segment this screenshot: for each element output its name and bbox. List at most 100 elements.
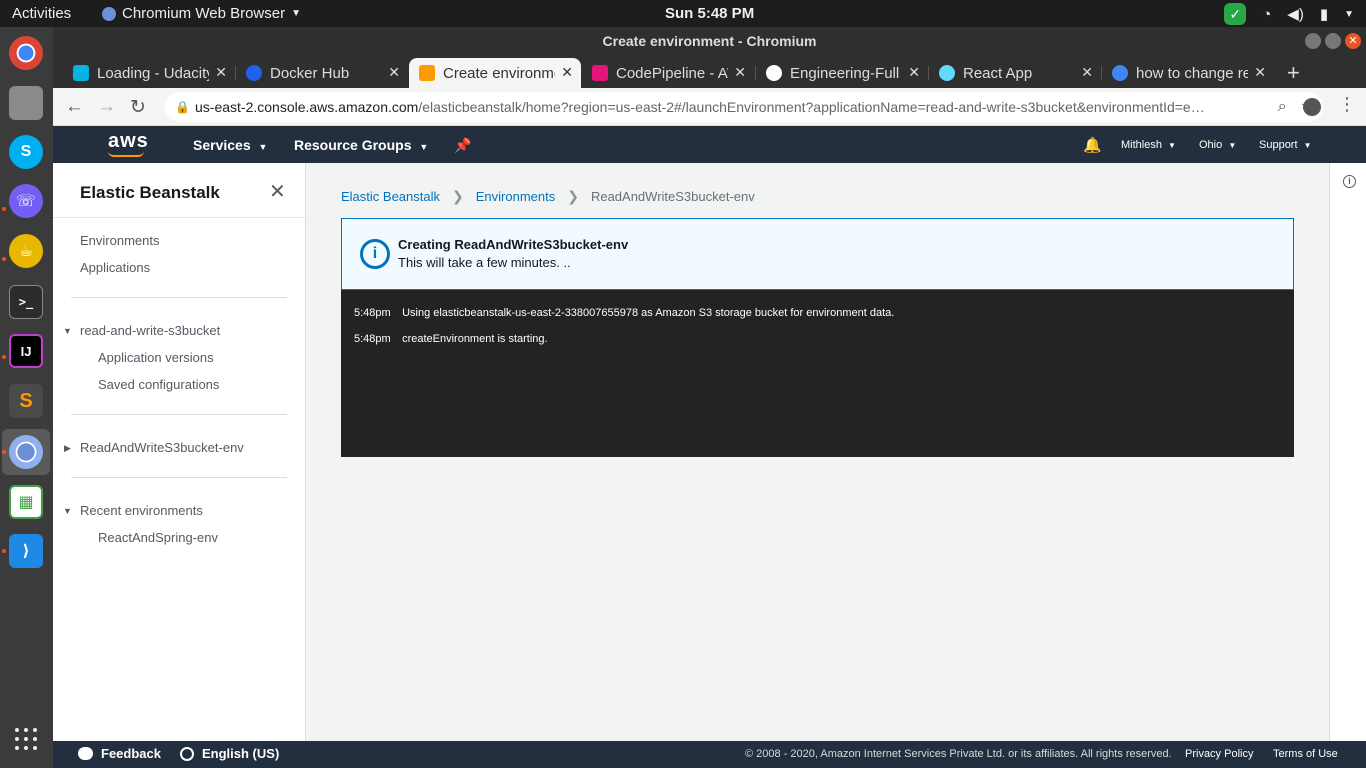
sublime-text-icon[interactable]: S [9, 384, 43, 418]
file-manager-icon[interactable] [9, 86, 43, 120]
tab[interactable]: Docker Hub ✕ [236, 58, 408, 88]
close-tab-icon[interactable]: ✕ [1254, 64, 1266, 81]
language-selector[interactable]: English (US) [180, 746, 279, 761]
sidebar-item-environments[interactable]: Environments [80, 233, 159, 248]
sidebar-item-recent-env[interactable]: ReactAndSpring-env [98, 530, 218, 545]
close-window-button[interactable]: ✕ [1345, 33, 1361, 49]
tab-title: Loading - Udacity [97, 64, 209, 82]
sidebar-item-app-versions[interactable]: Application versions [98, 350, 214, 365]
vscode-icon[interactable]: ⟩ [9, 534, 43, 568]
tab[interactable]: how to change react ✕ [1102, 58, 1274, 88]
tab-title: how to change react [1136, 64, 1248, 82]
breadcrumb-current: ReadAndWriteS3bucket-env [590, 189, 755, 204]
aws-smile-logo [108, 151, 144, 157]
tab-title: Engineering-Full [790, 64, 900, 82]
sidebar-item-recent-envs[interactable]: Recent environments [80, 503, 203, 518]
close-icon[interactable]: ✕ [269, 179, 286, 204]
zoom-icon[interactable]: ⌕ [1278, 92, 1287, 122]
pin-icon[interactable]: 📌 [454, 137, 471, 154]
close-tab-icon[interactable]: ✕ [1081, 64, 1093, 81]
caret-right-icon[interactable]: ▶ [64, 443, 71, 454]
terminal-icon[interactable]: >_ [9, 285, 43, 319]
resource-groups-menu[interactable]: Resource Groups ▼ [294, 137, 428, 153]
clock[interactable]: Sun 5:48 PM [665, 5, 754, 22]
security-shield-icon[interactable]: ✓ [1224, 3, 1247, 25]
region-menu[interactable]: Ohio ▼ [1199, 139, 1236, 151]
spreadsheet-icon[interactable]: ▦ [9, 485, 43, 519]
caret-down-icon[interactable]: ▼ [63, 326, 72, 336]
volume-icon: ◀) [1287, 6, 1304, 23]
info-icon[interactable]: i [1343, 175, 1356, 188]
show-applications-icon[interactable] [15, 728, 37, 750]
sidebar-item-applications[interactable]: Applications [80, 260, 150, 275]
more-menu-icon[interactable]: ⋮ [1338, 94, 1356, 115]
maximize-button[interactable] [1325, 33, 1341, 49]
close-tab-icon[interactable]: ✕ [734, 64, 746, 81]
sidebar-item-env[interactable]: ReadAndWriteS3bucket-env [80, 440, 244, 455]
viber-icon[interactable]: ☏ [9, 184, 43, 218]
new-tab-button[interactable]: + [1287, 60, 1300, 86]
tab-title: Create environment [443, 64, 555, 82]
aws-header: aws Services ▼ Resource Groups ▼ 📌 🔔 Mit… [53, 127, 1366, 163]
aws-logo[interactable]: aws [108, 130, 149, 153]
caret-down-icon[interactable]: ▼ [63, 506, 72, 516]
sidebar-item-saved-configs[interactable]: Saved configurations [98, 377, 219, 392]
breadcrumb-environments[interactable]: Environments [476, 189, 555, 204]
close-tab-icon[interactable]: ✕ [561, 64, 573, 81]
chrome-icon[interactable] [9, 36, 43, 70]
chromium-icon [102, 6, 116, 21]
back-arrow-icon[interactable]: ← [65, 96, 84, 118]
privacy-policy-link[interactable]: Privacy Policy [1185, 748, 1253, 760]
log-entry: 5:48pm Using elasticbeanstalk-us-east-2-… [354, 307, 894, 319]
support-menu[interactable]: Support ▼ [1259, 139, 1312, 151]
log-message: Using elasticbeanstalk-us-east-2-3380076… [402, 307, 895, 319]
skype-icon[interactable]: S [9, 135, 43, 169]
log-entry: 5:48pm createEnvironment is starting. [354, 333, 548, 345]
terms-of-use-link[interactable]: Terms of Use [1273, 748, 1338, 760]
minimize-button[interactable] [1305, 33, 1321, 49]
activities-button[interactable]: Activities [12, 5, 71, 22]
close-tab-icon[interactable]: ✕ [388, 64, 400, 81]
tab-title: React App [963, 64, 1033, 82]
close-tab-icon[interactable]: ✕ [215, 64, 227, 81]
chevron-down-icon: ▼ [1228, 141, 1237, 150]
log-time: 5:48pm [354, 307, 391, 319]
chromium-icon[interactable] [9, 435, 43, 469]
tab-active[interactable]: Create environment ✕ [409, 58, 581, 88]
react-favicon-icon [939, 65, 955, 81]
feedback-link[interactable]: Feedback [78, 746, 161, 761]
dock: S ☏ ☕ >_ IJ S ▦ ⟩ [0, 27, 53, 768]
breadcrumb-root[interactable]: Elastic Beanstalk [341, 189, 440, 204]
flash-title: Creating ReadAndWriteS3bucket-env [398, 237, 629, 252]
url-host: us-east-2.console.aws.amazon.com [195, 99, 419, 115]
docker-favicon-icon [246, 65, 262, 81]
tab-title: CodePipeline - AWS [616, 64, 728, 82]
tab[interactable]: Engineering-Full ✕ [756, 58, 928, 88]
profile-avatar-icon[interactable] [1303, 98, 1321, 116]
account-menu[interactable]: Mithlesh ▼ [1121, 139, 1176, 151]
reload-icon[interactable]: ↻ [130, 96, 146, 119]
chevron-right-icon: ❯ [567, 188, 579, 204]
notifications-bell-icon[interactable]: 🔔 [1083, 136, 1102, 154]
tab[interactable]: React App ✕ [929, 58, 1101, 88]
app-menu[interactable]: Chromium Web Browser ▼ [102, 5, 301, 22]
feedback-label: Feedback [101, 746, 161, 761]
chevron-right-icon: ❯ [452, 188, 464, 204]
close-tab-icon[interactable]: ✕ [908, 64, 920, 81]
forward-arrow-icon[interactable]: → [97, 96, 116, 118]
chevron-down-icon: ▼ [1344, 8, 1354, 20]
address-bar[interactable]: 🔒 us-east-2.console.aws.amazon.com/elast… [165, 92, 1323, 122]
system-top-bar: Activities Chromium Web Browser ▼ Sun 5:… [0, 0, 1366, 27]
tab[interactable]: CodePipeline - AWS ✕ [582, 58, 754, 88]
lock-icon[interactable]: 🔒 [175, 92, 190, 122]
tab[interactable]: Loading - Udacity ✕ [63, 58, 235, 88]
teapot-app-icon[interactable]: ☕ [9, 234, 43, 268]
sidebar-item-app[interactable]: read-and-write-s3bucket [80, 323, 220, 338]
system-tray[interactable]: ✓ ◔ ◀) ▮ ▼ [1224, 3, 1354, 25]
flash-message: This will take a few minutes. .. [398, 255, 571, 270]
google-favicon-icon [1112, 65, 1128, 81]
event-log-console[interactable]: 5:48pm Using elasticbeanstalk-us-east-2-… [341, 290, 1294, 457]
services-menu[interactable]: Services ▼ [193, 137, 267, 153]
chat-bubble-icon [78, 747, 93, 760]
intellij-icon[interactable]: IJ [9, 334, 43, 368]
